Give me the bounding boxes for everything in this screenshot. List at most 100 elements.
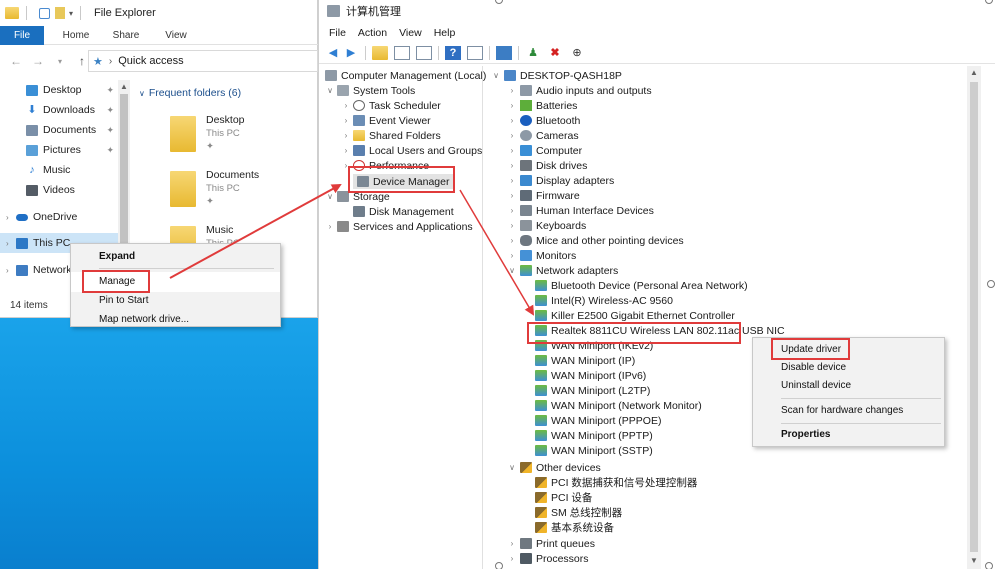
back-icon[interactable]: ◀ — [325, 46, 341, 60]
collapse-arrow-icon[interactable]: ∨ — [325, 192, 335, 201]
new-folder-icon[interactable] — [55, 7, 65, 19]
device-category[interactable]: › Print queues — [507, 536, 595, 551]
scroll-up-icon[interactable]: ▲ — [970, 68, 978, 77]
folder-icon[interactable] — [170, 171, 196, 207]
other-device[interactable]: 基本系统设备 — [535, 520, 614, 535]
folder-name[interactable]: Desktop — [206, 114, 245, 126]
menu-item-scan-hardware[interactable]: Scan for hardware changes — [781, 405, 903, 416]
folder-name[interactable]: Music — [206, 224, 233, 236]
expand-arrow-icon[interactable]: › — [507, 116, 517, 125]
network-device[interactable]: WAN Miniport (Network Monitor) — [535, 398, 702, 413]
expand-arrow-icon[interactable]: › — [341, 116, 351, 125]
expand-arrow-icon[interactable]: › — [507, 191, 517, 200]
menu-action[interactable]: Action — [358, 27, 387, 39]
device-category[interactable]: › Bluetooth — [507, 113, 581, 128]
chevron-down-icon[interactable]: ▾ — [69, 9, 73, 18]
tree-task-scheduler[interactable]: › Task Scheduler — [341, 98, 441, 113]
scroll-down-icon[interactable]: ▼ — [970, 556, 978, 565]
device-tree-scrollbar[interactable]: ▲ ▼ — [967, 66, 981, 569]
expand-arrow-icon[interactable]: › — [341, 131, 351, 140]
device-category[interactable]: › Audio inputs and outputs — [507, 83, 652, 98]
back-arrow-icon[interactable]: ← — [10, 54, 22, 68]
add-driver-icon[interactable]: ♟ — [525, 46, 541, 60]
menu-help[interactable]: Help — [434, 27, 456, 39]
expand-arrow-icon[interactable]: › — [507, 206, 517, 215]
device-network-adapters[interactable]: ∨ Network adapters — [507, 263, 618, 278]
help-icon[interactable]: ? — [445, 45, 461, 60]
properties-icon[interactable] — [416, 45, 432, 60]
expand-arrow-icon[interactable]: › — [507, 251, 517, 260]
tree-event-viewer[interactable]: › Event Viewer — [341, 113, 431, 128]
expand-arrow-icon[interactable]: › — [507, 131, 517, 140]
tree-root[interactable]: Computer Management (Local) — [325, 68, 486, 83]
tab-file[interactable]: File — [0, 25, 44, 45]
device-category[interactable]: › Computer — [507, 143, 582, 158]
device-category[interactable]: › Firmware — [507, 188, 580, 203]
network-device[interactable]: WAN Miniport (L2TP) — [535, 383, 650, 398]
tab-view[interactable]: View — [158, 30, 194, 41]
device-category[interactable]: › Human Interface Devices — [507, 203, 654, 218]
network-device[interactable]: Intel(R) Wireless-AC 9560 — [535, 293, 673, 308]
folder-icon[interactable] — [170, 116, 196, 152]
network-device[interactable]: Killer E2500 Gigabit Ethernet Controller — [535, 308, 735, 323]
other-device[interactable]: PCI 数据捕获和信号处理控制器 — [535, 475, 697, 490]
expand-arrow-icon[interactable]: › — [325, 222, 335, 231]
download-icon[interactable]: ⊕ — [569, 46, 585, 60]
device-category[interactable]: › Keyboards — [507, 218, 587, 233]
nav-item-documents[interactable]: Documents ✦ — [0, 120, 118, 140]
expand-arrow-icon[interactable]: › — [507, 176, 517, 185]
menu-view[interactable]: View — [399, 27, 422, 39]
other-device[interactable]: PCI 设备 — [535, 490, 592, 505]
device-category[interactable]: › Mice and other pointing devices — [507, 233, 684, 248]
collapse-arrow-icon[interactable]: ∨ — [507, 463, 517, 472]
scroll-thumb[interactable] — [970, 82, 978, 552]
show-hide-tree-icon[interactable] — [394, 45, 410, 60]
menu-item-expand[interactable]: Expand — [99, 251, 135, 262]
expand-arrow-icon[interactable]: › — [6, 213, 16, 222]
menu-item-pin-to-start[interactable]: Pin to Start — [99, 295, 148, 306]
tree-services-applications[interactable]: › Services and Applications — [325, 219, 473, 234]
nav-item-onedrive[interactable]: › OneDrive — [0, 207, 118, 227]
device-category[interactable]: › Display adapters — [507, 173, 615, 188]
device-category[interactable]: › Cameras — [507, 128, 579, 143]
expand-arrow-icon[interactable]: › — [341, 101, 351, 110]
expand-arrow-icon[interactable]: › — [6, 239, 16, 248]
nav-item-downloads[interactable]: ⬇ Downloads ✦ — [0, 100, 118, 120]
checkbox-icon[interactable] — [39, 7, 50, 19]
collapse-arrow-icon[interactable]: ∨ — [491, 71, 501, 80]
tree-system-tools[interactable]: ∨ System Tools — [325, 83, 415, 98]
up-folder-icon[interactable] — [372, 45, 388, 60]
expand-arrow-icon[interactable]: › — [507, 146, 517, 155]
address-bar[interactable]: ★ › Quick access — [88, 50, 318, 72]
expand-arrow-icon[interactable]: › — [507, 236, 517, 245]
tab-home[interactable]: Home — [58, 30, 94, 41]
expand-arrow-icon[interactable]: › — [6, 266, 16, 275]
menu-item-properties[interactable]: Properties — [781, 429, 830, 440]
nav-item-pictures[interactable]: Pictures ✦ — [0, 140, 118, 160]
expand-arrow-icon[interactable]: › — [507, 554, 517, 563]
expand-arrow-icon[interactable]: › — [507, 161, 517, 170]
tree-disk-management[interactable]: Disk Management — [353, 204, 454, 219]
expand-arrow-icon[interactable]: › — [507, 539, 517, 548]
collapse-arrow-icon[interactable]: ∨ — [507, 266, 517, 275]
other-device[interactable]: SM 总线控制器 — [535, 505, 622, 520]
device-category[interactable]: › Processors — [507, 551, 589, 566]
network-device[interactable]: WAN Miniport (IP) — [535, 353, 635, 368]
device-category[interactable]: › Batteries — [507, 98, 578, 113]
menu-file[interactable]: File — [329, 27, 346, 39]
pane-divider[interactable] — [482, 66, 483, 569]
scroll-up-icon[interactable]: ▲ — [120, 82, 128, 91]
tab-share[interactable]: Share — [108, 30, 144, 41]
tree-shared-folders[interactable]: › Shared Folders — [341, 128, 441, 143]
device-category[interactable]: › Monitors — [507, 248, 577, 263]
menu-item-disable-device[interactable]: Disable device — [781, 362, 846, 373]
forward-arrow-icon[interactable]: → — [32, 54, 44, 68]
expand-arrow-icon[interactable]: › — [507, 86, 517, 95]
device-category[interactable]: › Disk drives — [507, 158, 588, 173]
menu-item-map-network-drive[interactable]: Map network drive... — [99, 314, 189, 325]
network-device[interactable]: Bluetooth Device (Personal Area Network) — [535, 278, 748, 293]
collapse-arrow-icon[interactable]: ∨ — [325, 86, 335, 95]
nav-item-desktop[interactable]: Desktop ✦ — [0, 80, 118, 100]
tree-local-users-groups[interactable]: › Local Users and Groups — [341, 143, 483, 158]
device-computer-root[interactable]: ∨ DESKTOP-QASH18P — [491, 68, 622, 83]
